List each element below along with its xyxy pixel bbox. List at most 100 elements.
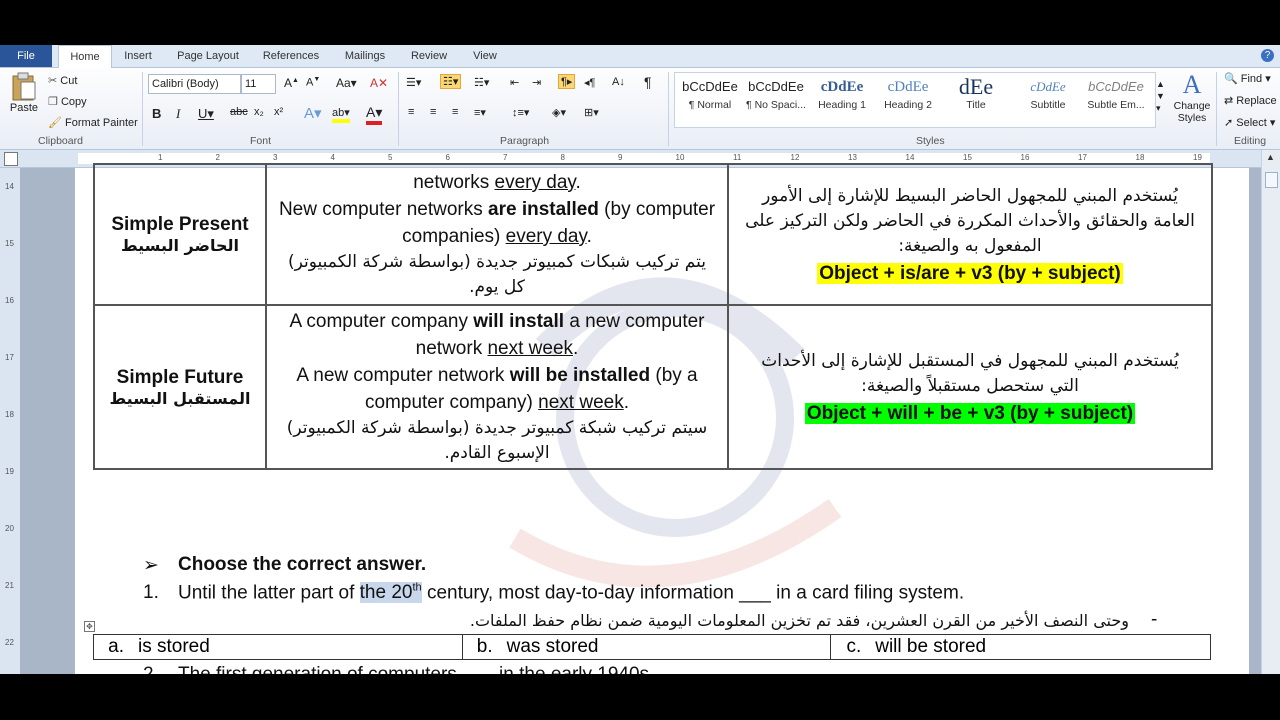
tab-file[interactable]: File xyxy=(0,45,52,67)
question-1-text[interactable]: Until the latter part of the 20th centur… xyxy=(178,582,964,604)
tab-review[interactable]: Review xyxy=(404,45,454,67)
passive-tenses-table: Simple Present الحاضر البسيط networks ev… xyxy=(93,163,1213,470)
ltr-button[interactable]: ¶▸ xyxy=(558,74,576,89)
font-size-select[interactable]: 11 xyxy=(241,74,276,94)
table-move-handle-icon[interactable]: ✥ xyxy=(84,621,95,632)
format-painter-button[interactable]: 🖌 Format Painter xyxy=(48,116,138,129)
underline-button[interactable]: U▾ xyxy=(198,106,214,122)
increase-indent-button[interactable]: ⇥ xyxy=(532,76,541,89)
formula-highlight: Object + is/are + v3 (by + subject) xyxy=(817,262,1123,284)
grow-font-button[interactable]: A▲ xyxy=(284,76,299,90)
bullets-button[interactable]: ☰▾ xyxy=(406,76,421,89)
find-button[interactable]: 🔍 Find ▾ xyxy=(1224,72,1271,85)
help-icon[interactable]: ? xyxy=(1261,49,1274,62)
scissors-icon: ✂ xyxy=(48,75,58,87)
scroll-up-icon[interactable]: ▲ xyxy=(1266,152,1275,162)
clipboard-group-label: Clipboard xyxy=(38,135,83,147)
usage-cell: يُستخدم المبني للمجهول الحاضر البسيط للإ… xyxy=(727,163,1213,306)
tab-view[interactable]: View xyxy=(464,45,506,67)
align-center-button[interactable]: ≡ xyxy=(430,106,436,118)
cursor-icon: ➚ xyxy=(1224,117,1234,129)
align-right-button[interactable]: ≡ xyxy=(452,106,458,118)
change-styles-button[interactable]: A Change Styles xyxy=(1170,70,1214,124)
ribbon-tabs: File Home Insert Page Layout References … xyxy=(0,45,1280,68)
ruler-toggle-icon[interactable] xyxy=(1265,172,1278,188)
style-heading-1[interactable]: cDdEe Heading 1 xyxy=(809,75,875,125)
vertical-ruler[interactable]: 14 15 16 17 18 19 20 21 22 xyxy=(0,168,20,674)
usage-ar: يُستخدم المبني للمجهول في المستقبل للإشا… xyxy=(761,350,1179,396)
line-spacing-button[interactable]: ↕≡▾ xyxy=(512,106,529,119)
usage-ar: يُستخدم المبني للمجهول الحاضر البسيط للإ… xyxy=(745,185,1195,256)
ruler-number: 16 xyxy=(5,296,14,305)
ruler-number: 8 xyxy=(560,153,565,162)
italic-button[interactable]: I xyxy=(176,106,180,122)
tense-name-en: Simple Present xyxy=(111,214,249,235)
tab-references[interactable]: References xyxy=(256,45,326,67)
clipboard-icon xyxy=(12,72,36,101)
formula-highlight: Object + will + be + v3 (by + subject) xyxy=(804,402,1136,424)
tense-name-cell: Simple Present الحاضر البسيط xyxy=(93,163,267,306)
binoculars-icon: 🔍 xyxy=(1224,73,1238,85)
font-name-select[interactable]: Calibri (Body) xyxy=(148,74,241,94)
change-case-button[interactable]: Aa▾ xyxy=(336,76,357,90)
highlight-button[interactable]: ab▾ xyxy=(332,106,350,123)
rtl-button[interactable]: ◂¶ xyxy=(584,76,595,89)
ribbon: Paste ✂ Cut ❐ Copy 🖌 Format Painter Clip… xyxy=(0,68,1280,150)
clear-formatting-icon[interactable]: A✕ xyxy=(370,76,388,90)
tab-insert[interactable]: Insert xyxy=(116,45,160,67)
borders-button[interactable]: ⊞▾ xyxy=(584,106,599,119)
align-left-button[interactable]: ≡ xyxy=(408,106,414,118)
tab-selector-icon[interactable] xyxy=(4,152,18,166)
select-button[interactable]: ➚ Select ▾ xyxy=(1224,116,1275,129)
option-b[interactable]: b. was stored xyxy=(461,634,832,660)
option-c[interactable]: c. will be stored xyxy=(830,634,1211,660)
vertical-scrollbar[interactable]: ▲ xyxy=(1261,150,1280,674)
paste-button[interactable]: Paste xyxy=(8,72,40,114)
cut-button[interactable]: ✂ Cut xyxy=(48,74,77,87)
bold-button[interactable]: B xyxy=(152,106,161,121)
example-ar: سيتم تركيب شبكة كمبيوتر جديدة (بواسطة شر… xyxy=(286,418,708,463)
ruler-number: 19 xyxy=(5,467,14,476)
strikethrough-button[interactable]: abc xyxy=(230,106,248,118)
word-window: File Home Insert Page Layout References … xyxy=(0,45,1280,674)
replace-button[interactable]: ⇄ Replace xyxy=(1224,94,1277,107)
numbering-button[interactable]: ☷▾ xyxy=(440,74,462,89)
font-color-button[interactable]: A▾ xyxy=(366,104,383,125)
ruler-number: 7 xyxy=(503,153,508,162)
subscript-button[interactable]: x₂ xyxy=(254,106,264,118)
ruler-number: 16 xyxy=(1020,153,1030,162)
justify-button[interactable]: ≡▾ xyxy=(474,106,486,119)
text-effects-button[interactable]: A▾ xyxy=(304,104,322,122)
option-a[interactable]: a. is stored xyxy=(93,634,463,660)
style-normal[interactable]: bCcDdEe ¶ Normal xyxy=(677,75,743,125)
tab-mailings[interactable]: Mailings xyxy=(336,45,394,67)
style-no-spacing[interactable]: bCcDdEe ¶ No Spaci... xyxy=(743,75,809,125)
document-page[interactable]: Simple Present الحاضر البسيط networks ev… xyxy=(75,163,1249,674)
translation-dash: - xyxy=(1151,609,1158,630)
ruler-number: 10 xyxy=(675,153,685,162)
shading-button[interactable]: ◈▾ xyxy=(552,106,566,119)
sort-button[interactable]: A↓ xyxy=(612,76,625,88)
ruler-number: 14 xyxy=(905,153,915,162)
tab-home[interactable]: Home xyxy=(58,45,112,68)
question-2-text[interactable]: The first generation of computers ___ in… xyxy=(178,664,654,674)
style-subtitle[interactable]: cDdEe Subtitle xyxy=(1015,75,1081,125)
paragraph-group-label: Paragraph xyxy=(500,135,550,147)
text-selection[interactable]: the 20th xyxy=(359,582,422,604)
superscript-button[interactable]: x² xyxy=(274,106,283,118)
multilevel-list-button[interactable]: ☵▾ xyxy=(474,76,489,89)
show-marks-button[interactable]: ¶ xyxy=(644,74,652,90)
exercise-heading: Choose the correct answer. xyxy=(178,554,427,575)
copy-button[interactable]: ❐ Copy xyxy=(48,95,87,108)
style-subtle-emphasis[interactable]: bCcDdEe Subtle Em... xyxy=(1083,75,1149,125)
exercise-bullet-icon: ➢ xyxy=(143,555,159,576)
ruler-number: 19 xyxy=(1193,153,1202,162)
style-heading-2[interactable]: cDdEe Heading 2 xyxy=(875,75,941,125)
shrink-font-button[interactable]: A▼ xyxy=(306,76,320,89)
style-title[interactable]: dEe Title xyxy=(943,75,1009,125)
ruler-number: 20 xyxy=(5,524,14,533)
ruler-number: 17 xyxy=(1078,153,1087,162)
tab-page-layout[interactable]: Page Layout xyxy=(170,45,246,67)
decrease-indent-button[interactable]: ⇤ xyxy=(510,76,519,89)
styles-scroll-icon[interactable]: ▲ ▼ ▾ xyxy=(1156,78,1165,114)
